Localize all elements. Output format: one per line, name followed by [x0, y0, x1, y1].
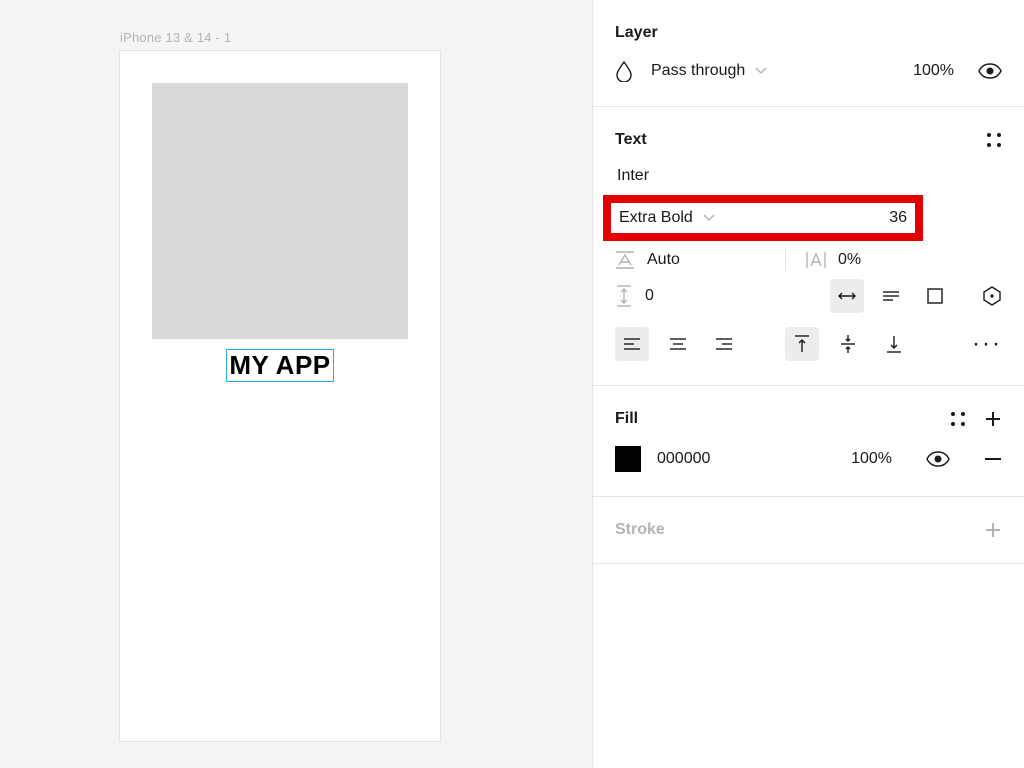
- remove-fill-button[interactable]: [984, 457, 1002, 461]
- font-family-select[interactable]: Inter: [617, 167, 1002, 185]
- fixed-size-button[interactable]: [918, 279, 952, 313]
- frame[interactable]: iPhone 13 & 14 - 1 MY APP: [120, 30, 440, 741]
- section-text: Text Inter Extra Bold 36 Auto: [593, 107, 1024, 386]
- stroke-section-title: Stroke: [615, 521, 665, 539]
- device-frame[interactable]: MY APP: [120, 51, 440, 741]
- blend-mode-icon: [615, 60, 633, 82]
- font-weight-value: Extra Bold: [619, 209, 693, 227]
- paragraph-spacing-value: 0: [645, 287, 654, 305]
- add-fill-button[interactable]: [984, 410, 1002, 428]
- image-placeholder[interactable]: [152, 83, 408, 339]
- opacity-input[interactable]: 100%: [913, 62, 954, 80]
- text-align-top-button[interactable]: [785, 327, 819, 361]
- annotation-highlight: Extra Bold 36: [603, 195, 923, 241]
- font-weight-select[interactable]: Extra Bold: [619, 209, 715, 227]
- letter-spacing-field[interactable]: 0%: [806, 251, 956, 269]
- section-fill: Fill 000000 100%: [593, 386, 1024, 497]
- visibility-toggle-icon[interactable]: [978, 63, 1002, 79]
- letter-spacing-value: 0%: [838, 251, 861, 269]
- section-layer: Layer Pass through 100%: [593, 0, 1024, 107]
- paragraph-spacing-field[interactable]: 0: [615, 285, 765, 307]
- text-align-middle-button[interactable]: [831, 327, 865, 361]
- text-align-bottom-button[interactable]: [877, 327, 911, 361]
- blend-mode-value: Pass through: [651, 62, 745, 80]
- fill-visibility-toggle[interactable]: [926, 451, 950, 467]
- text-align-center-button[interactable]: [661, 327, 695, 361]
- text-element-selected[interactable]: MY APP: [226, 349, 333, 382]
- layer-section-title: Layer: [615, 24, 658, 42]
- text-align-left-button[interactable]: [615, 327, 649, 361]
- fill-opacity-input[interactable]: 100%: [851, 450, 892, 468]
- auto-width-button[interactable]: [830, 279, 864, 313]
- inspector-panel: Layer Pass through 100% Text: [592, 0, 1024, 768]
- text-more-options-button[interactable]: ···: [972, 330, 1002, 358]
- fill-color-swatch[interactable]: [615, 446, 641, 472]
- text-styles-icon[interactable]: [986, 132, 1002, 148]
- section-stroke: Stroke: [593, 497, 1024, 564]
- text-section-title: Text: [615, 131, 647, 149]
- line-height-value: Auto: [647, 251, 680, 269]
- type-settings-icon[interactable]: [982, 286, 1002, 306]
- fill-hex-input[interactable]: 000000: [657, 450, 710, 468]
- font-size-input[interactable]: 36: [889, 209, 907, 227]
- blend-mode-select[interactable]: Pass through: [651, 62, 767, 80]
- auto-height-button[interactable]: [874, 279, 908, 313]
- fill-section-title: Fill: [615, 410, 638, 428]
- canvas-area[interactable]: iPhone 13 & 14 - 1 MY APP: [0, 0, 592, 768]
- text-align-right-button[interactable]: [707, 327, 741, 361]
- fill-styles-icon[interactable]: [950, 411, 966, 427]
- add-stroke-button[interactable]: [984, 521, 1002, 539]
- line-height-field[interactable]: Auto: [615, 251, 765, 269]
- frame-label[interactable]: iPhone 13 & 14 - 1: [120, 30, 440, 45]
